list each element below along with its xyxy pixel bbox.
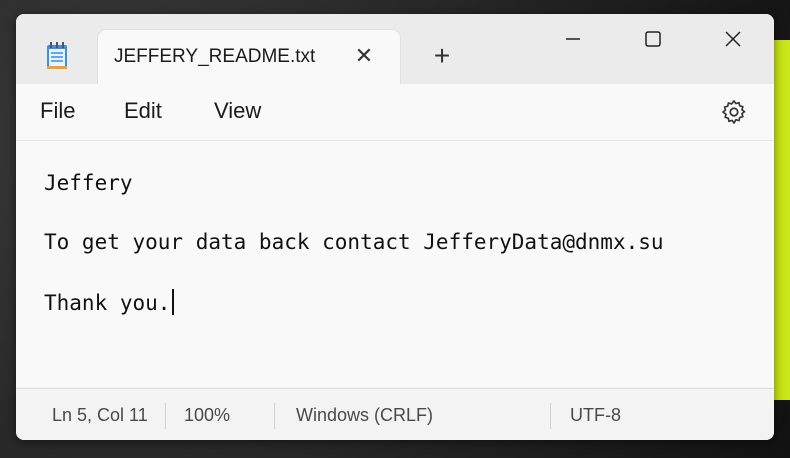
close-tab-button[interactable]: ✕	[350, 42, 378, 70]
maximize-button[interactable]	[630, 24, 676, 54]
notepad-icon	[47, 42, 67, 69]
status-divider	[550, 403, 551, 429]
line-endings[interactable]: Windows (CRLF)	[296, 405, 433, 426]
zoom-level[interactable]: 100%	[184, 405, 230, 426]
close-icon	[725, 31, 741, 47]
status-divider	[165, 403, 166, 429]
maximize-icon	[645, 31, 661, 47]
editor-line-last: Thank you.	[44, 289, 175, 315]
menu-edit[interactable]: Edit	[120, 98, 166, 124]
tab-title: JEFFERY_README.txt	[114, 46, 316, 67]
minimize-icon	[566, 38, 580, 40]
tab-jeffery-readme[interactable]: JEFFERY_README.txt ✕	[98, 30, 400, 84]
encoding[interactable]: UTF-8	[570, 405, 621, 426]
menu-file[interactable]: File	[36, 98, 79, 124]
notepad-window: JEFFERY_README.txt ✕ + File Edit View Je…	[16, 14, 774, 440]
status-divider	[274, 403, 275, 429]
menu-bar: File Edit View	[16, 84, 774, 141]
new-tab-button[interactable]: +	[428, 42, 456, 70]
text-caret	[172, 289, 175, 315]
gear-icon[interactable]	[720, 98, 748, 126]
cursor-position[interactable]: Ln 5, Col 11	[52, 405, 148, 426]
status-bar: Ln 5, Col 11 100% Windows (CRLF) UTF-8	[16, 388, 774, 440]
editor-line: Jeffery	[44, 171, 133, 195]
editor-line: To get your data back contact JefferyDat…	[44, 230, 664, 254]
text-editor[interactable]: Jeffery To get your data back contact Je…	[16, 141, 774, 387]
menu-view[interactable]: View	[210, 98, 265, 124]
minimize-button[interactable]	[550, 24, 596, 54]
title-bar: JEFFERY_README.txt ✕ +	[16, 14, 774, 84]
close-window-button[interactable]	[710, 24, 756, 54]
editor-line-text: Thank you.	[44, 291, 171, 315]
